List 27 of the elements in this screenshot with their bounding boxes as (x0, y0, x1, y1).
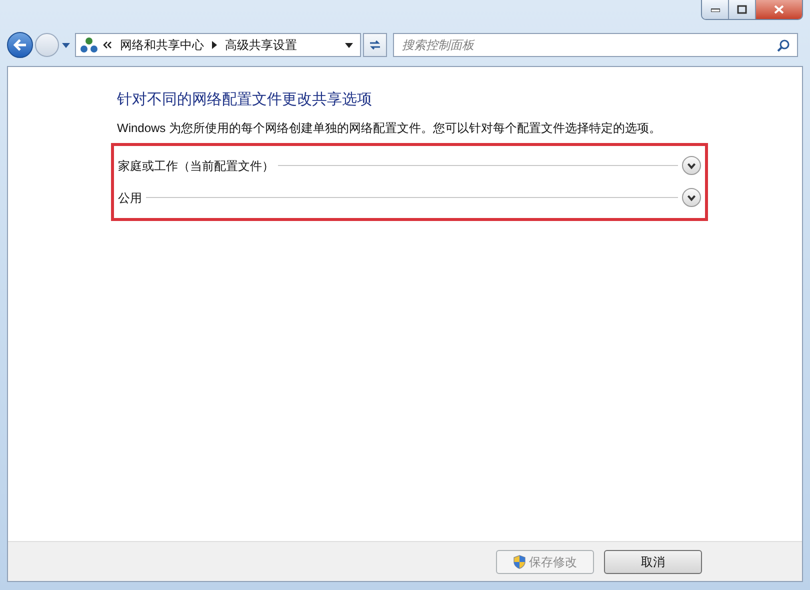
network-icon (80, 37, 98, 53)
back-button[interactable] (7, 32, 33, 58)
profile-section-title[interactable]: 家庭或工作（当前配置文件） (118, 156, 274, 174)
close-icon (774, 5, 784, 14)
refresh-button[interactable] (363, 33, 387, 57)
breadcrumb-link[interactable]: 网络和共享中心 (120, 36, 204, 54)
cancel-button[interactable]: 取消 (604, 550, 702, 574)
back-arrow-icon (13, 39, 27, 51)
search-field[interactable]: 搜索控制面板 (393, 33, 798, 57)
expand-button[interactable] (682, 156, 701, 175)
breadcrumb-link[interactable]: 高级共享设置 (225, 36, 297, 54)
breadcrumb-arrow-icon (212, 41, 217, 49)
maximize-icon (737, 5, 747, 14)
dropdown-icon (345, 42, 353, 48)
close-button[interactable] (756, 0, 802, 19)
page-heading: 针对不同的网络配置文件更改共享选项 (117, 90, 373, 110)
minimize-button[interactable] (702, 0, 729, 19)
minimize-icon (710, 8, 720, 12)
shield-icon (513, 554, 526, 568)
refresh-icon (368, 39, 382, 51)
description-text: Windows 为您所使用的每个网络创建单独的网络配置文件。您可以针对每个配置文件选择特定的选项。 (117, 120, 662, 136)
search-icon[interactable] (777, 39, 790, 52)
history-dropdown-icon[interactable] (61, 42, 71, 48)
maximize-button[interactable] (729, 0, 756, 19)
profile-section-title[interactable]: 公用 (118, 188, 142, 206)
overflow-chevron-icon (102, 41, 112, 49)
expand-button[interactable] (682, 188, 701, 207)
